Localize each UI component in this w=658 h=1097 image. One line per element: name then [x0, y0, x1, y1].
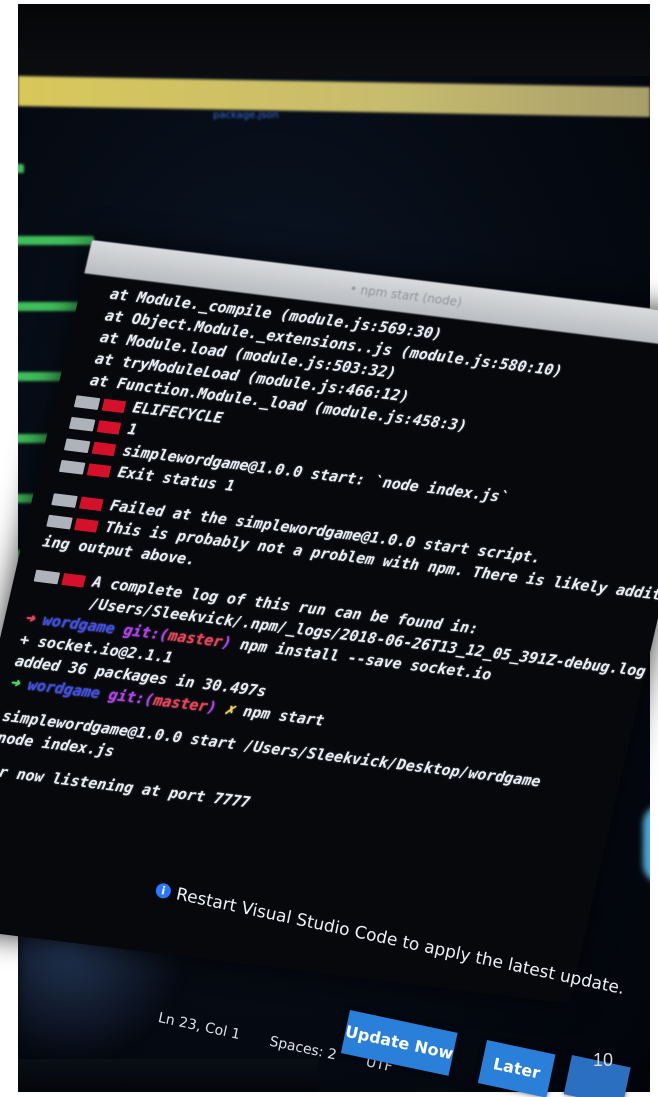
editor-file-tab: package.json	[213, 110, 279, 121]
blurred-light-right	[643, 804, 650, 884]
monitor-bottom-bezel	[18, 1059, 318, 1092]
monitor-bezel	[18, 4, 650, 76]
terminal-window: • npm start (node) at Module._compile (m…	[0, 240, 658, 1004]
page-number: 10	[593, 1050, 614, 1070]
editor-title-bar	[18, 76, 650, 118]
info-icon: i	[154, 881, 173, 900]
terminal-output: at Module._compile (module.js:569:30) at…	[0, 273, 658, 857]
